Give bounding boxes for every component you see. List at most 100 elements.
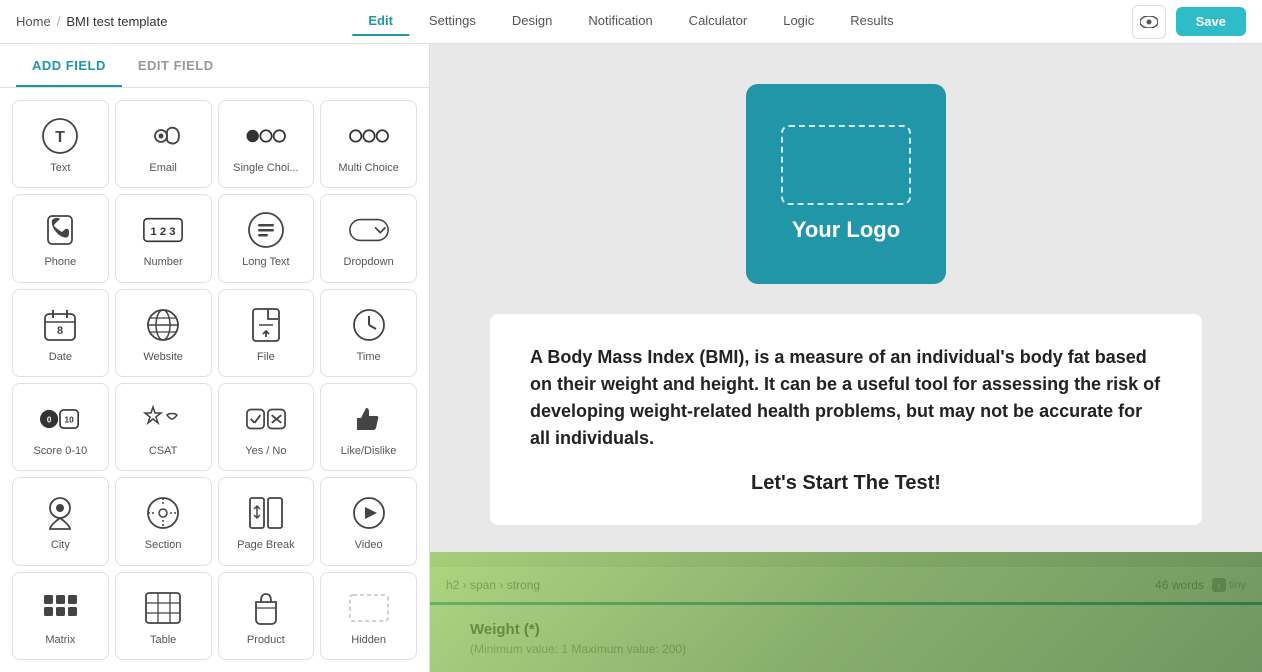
field-multi-choice-label: Multi Choice	[338, 162, 399, 174]
field-product[interactable]: Product	[218, 572, 315, 660]
logo-block: Your Logo	[490, 84, 1202, 284]
field-table[interactable]: Table	[115, 572, 212, 660]
field-like-dislike-icon	[349, 399, 389, 439]
svg-text:8: 8	[57, 325, 63, 337]
main-layout: ADD FIELD EDIT FIELD T Text Email	[0, 44, 1262, 672]
content-area: Your Logo A Body Mass Index (BMI), is a …	[430, 44, 1262, 672]
field-city[interactable]: City	[12, 477, 109, 565]
field-matrix[interactable]: Matrix	[12, 572, 109, 660]
field-date[interactable]: 8 Date	[12, 289, 109, 377]
field-number-icon: 1 2 3	[143, 210, 183, 250]
sidebar-tab-add[interactable]: ADD FIELD	[16, 44, 122, 87]
field-section[interactable]: Section	[115, 477, 212, 565]
field-phone-label: Phone	[44, 256, 76, 268]
field-csat-label: CSAT	[149, 445, 178, 457]
tab-design[interactable]: Design	[496, 7, 568, 36]
breadcrumb-current: BMI test template	[66, 14, 167, 29]
field-number-label: Number	[144, 256, 183, 268]
form-content: Your Logo A Body Mass Index (BMI), is a …	[430, 44, 1262, 549]
field-file[interactable]: File	[218, 289, 315, 377]
field-section-icon	[143, 493, 183, 533]
field-video-label: Video	[355, 539, 383, 551]
field-score-icon: 0 10	[40, 399, 80, 439]
field-phone[interactable]: Phone	[12, 194, 109, 282]
logo-text: Your Logo	[792, 217, 900, 243]
svg-text:1 2 3: 1 2 3	[151, 227, 176, 239]
form-preview: Your Logo A Body Mass Index (BMI), is a …	[430, 44, 1262, 566]
field-yes-no[interactable]: Yes / No	[218, 383, 315, 471]
home-link[interactable]: Home	[16, 14, 51, 29]
tab-edit[interactable]: Edit	[352, 7, 409, 36]
field-date-icon: 8	[40, 305, 80, 345]
field-matrix-icon	[40, 588, 80, 628]
field-video[interactable]: Video	[320, 477, 417, 565]
tab-settings[interactable]: Settings	[413, 7, 492, 36]
tab-logic[interactable]: Logic	[767, 7, 830, 36]
field-long-text[interactable]: Long Text	[218, 194, 315, 282]
top-nav: Home / BMI test template Edit Settings D…	[0, 0, 1262, 44]
field-dropdown[interactable]: Dropdown	[320, 194, 417, 282]
field-email-label: Email	[149, 162, 177, 174]
svg-text:T: T	[55, 129, 65, 146]
breadcrumb-separator: /	[57, 14, 61, 29]
field-long-text-label: Long Text	[242, 256, 290, 268]
fields-grid: T Text Email Si	[0, 88, 429, 672]
eye-icon	[1140, 16, 1158, 28]
sidebar-tabs: ADD FIELD EDIT FIELD	[0, 44, 429, 88]
nav-tabs: Edit Settings Design Notification Calcul…	[352, 7, 909, 36]
field-time-icon	[349, 305, 389, 345]
field-single-choice-icon	[246, 116, 286, 156]
field-email[interactable]: Email	[115, 100, 212, 188]
field-section-label: Section	[145, 539, 182, 551]
field-product-icon	[246, 588, 286, 628]
field-hidden[interactable]: Hidden	[320, 572, 417, 660]
field-date-label: Date	[49, 351, 72, 363]
save-button[interactable]: Save	[1176, 7, 1246, 36]
field-phone-icon	[40, 210, 80, 250]
field-product-label: Product	[247, 634, 285, 646]
field-score[interactable]: 0 10 Score 0-10	[12, 383, 109, 471]
field-time-label: Time	[357, 351, 381, 363]
svg-text:0: 0	[47, 416, 52, 425]
field-table-label: Table	[150, 634, 176, 646]
field-multi-choice[interactable]: Multi Choice	[320, 100, 417, 188]
bmi-description-block: A Body Mass Index (BMI), is a measure of…	[490, 314, 1202, 525]
field-yes-no-label: Yes / No	[245, 445, 286, 457]
field-website-label: Website	[143, 351, 183, 363]
field-city-icon	[40, 493, 80, 533]
field-file-icon	[246, 305, 286, 345]
field-website-icon	[143, 305, 183, 345]
field-csat-icon	[143, 399, 183, 439]
tab-calculator[interactable]: Calculator	[673, 7, 764, 36]
field-text-icon: T	[40, 116, 80, 156]
field-hidden-icon	[349, 588, 389, 628]
bmi-cta: Let's Start The Test!	[530, 472, 1162, 495]
field-like-dislike[interactable]: Like/Dislike	[320, 383, 417, 471]
field-csat[interactable]: CSAT	[115, 383, 212, 471]
field-single-choice-label: Single Choi...	[233, 162, 298, 174]
field-page-break[interactable]: Page Break	[218, 477, 315, 565]
field-matrix-label: Matrix	[45, 634, 75, 646]
field-text[interactable]: T Text	[12, 100, 109, 188]
field-long-text-icon	[246, 210, 286, 250]
field-like-dislike-label: Like/Dislike	[341, 445, 397, 457]
tab-notification[interactable]: Notification	[572, 7, 668, 36]
field-email-icon	[143, 116, 183, 156]
field-number[interactable]: 1 2 3 Number	[115, 194, 212, 282]
field-page-break-label: Page Break	[237, 539, 294, 551]
tab-results[interactable]: Results	[834, 7, 909, 36]
field-dropdown-icon	[349, 210, 389, 250]
field-dropdown-label: Dropdown	[344, 256, 394, 268]
logo-box: Your Logo	[746, 84, 946, 284]
field-table-icon	[143, 588, 183, 628]
field-multi-choice-icon	[349, 116, 389, 156]
field-single-choice[interactable]: Single Choi...	[218, 100, 315, 188]
field-time[interactable]: Time	[320, 289, 417, 377]
field-text-label: Text	[50, 162, 70, 174]
field-city-label: City	[51, 539, 70, 551]
logo-dashed-box	[781, 125, 911, 205]
sidebar-tab-edit[interactable]: EDIT FIELD	[122, 44, 230, 87]
field-website[interactable]: Website	[115, 289, 212, 377]
field-page-break-icon	[246, 493, 286, 533]
preview-button[interactable]	[1132, 5, 1166, 39]
